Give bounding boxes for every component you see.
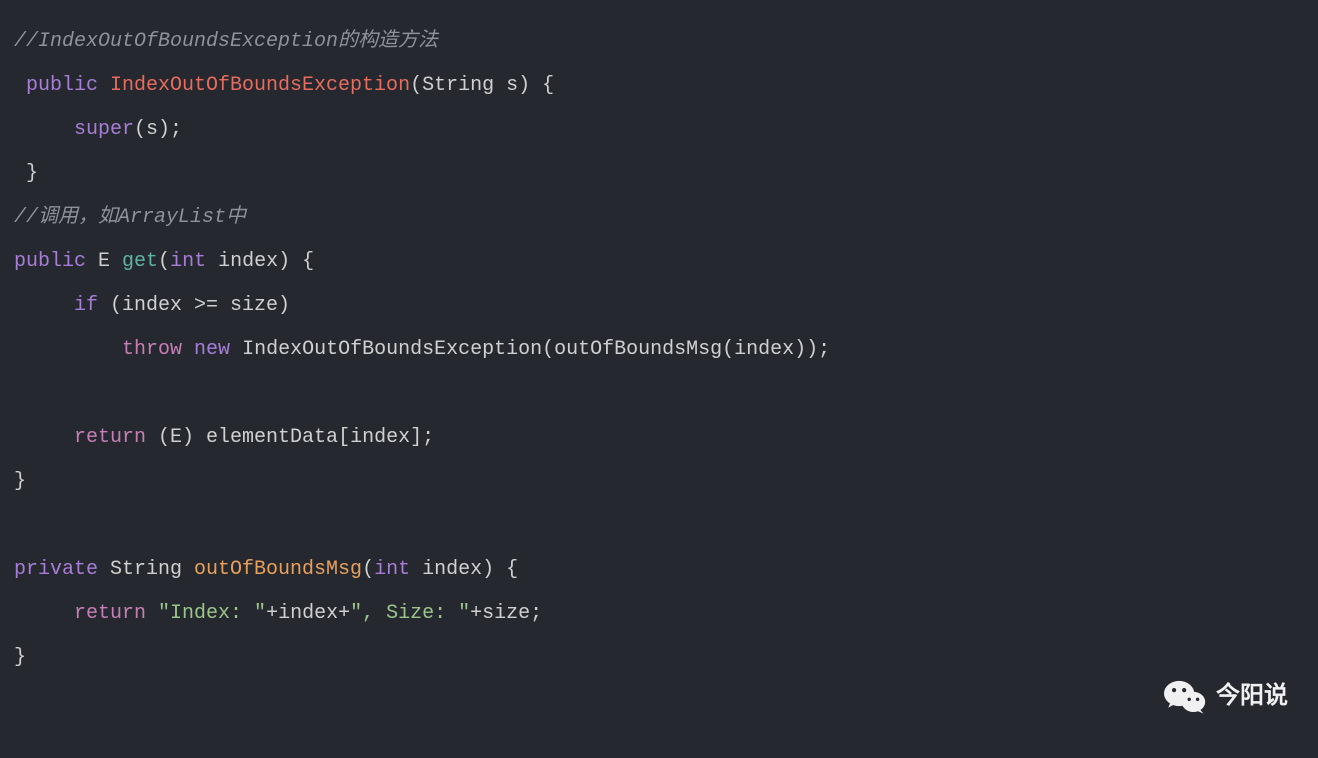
return-expr: (E) elementData[index]; xyxy=(146,426,434,449)
paren: ( xyxy=(410,74,422,97)
code-line-9 xyxy=(14,372,1304,416)
keyword-int: int xyxy=(374,558,410,581)
wechat-icon xyxy=(1164,678,1206,714)
type-generic: E xyxy=(98,250,122,273)
keyword-public: public xyxy=(14,250,98,273)
brace: } xyxy=(14,646,26,669)
paren: ( xyxy=(158,250,170,273)
keyword-new: new xyxy=(194,338,242,361)
keyword-public: public xyxy=(14,74,110,97)
keyword-return: return xyxy=(74,426,146,449)
paren: ) xyxy=(278,250,290,273)
keyword-private: private xyxy=(14,558,110,581)
code-line-12 xyxy=(14,504,1304,548)
param: s xyxy=(494,74,518,97)
param: index xyxy=(206,250,278,273)
method-name: outOfBoundsMsg xyxy=(194,558,362,581)
brace: { xyxy=(530,74,554,97)
code-line-3: super(s); xyxy=(14,108,1304,152)
code-line-6: public E get(int index) { xyxy=(14,240,1304,284)
exception-call: IndexOutOfBoundsException(outOfBoundsMsg… xyxy=(242,338,830,361)
paren: ) xyxy=(518,74,530,97)
code-line-4: } xyxy=(14,152,1304,196)
method-name: get xyxy=(122,250,158,273)
code-line-8: throw new IndexOutOfBoundsException(outO… xyxy=(14,328,1304,372)
keyword-return: return xyxy=(74,602,158,625)
indent xyxy=(14,426,74,449)
concat: +size; xyxy=(470,602,542,625)
indent xyxy=(14,602,74,625)
code-line-11: } xyxy=(14,460,1304,504)
keyword-throw: throw xyxy=(122,338,194,361)
paren: ( xyxy=(362,558,374,581)
class-name: IndexOutOfBoundsException xyxy=(110,74,410,97)
indent xyxy=(14,118,74,141)
concat: +index+ xyxy=(266,602,350,625)
comment-2: //调用，如ArrayList中 xyxy=(14,206,246,229)
code-line-1: //IndexOutOfBoundsException的构造方法 xyxy=(14,20,1304,64)
code-line-7: if (index >= size) xyxy=(14,284,1304,328)
code-line-10: return (E) elementData[index]; xyxy=(14,416,1304,460)
code-line-5: //调用，如ArrayList中 xyxy=(14,196,1304,240)
keyword-super: super xyxy=(74,118,134,141)
comment-1: //IndexOutOfBoundsException的构造方法 xyxy=(14,30,438,53)
brace: } xyxy=(14,162,38,185)
string-literal: "Index: " xyxy=(158,602,266,625)
brace: { xyxy=(290,250,314,273)
string-literal: ", Size: " xyxy=(350,602,470,625)
brace: { xyxy=(494,558,518,581)
type-string: String xyxy=(110,558,194,581)
indent xyxy=(14,294,74,317)
type-string: String xyxy=(422,74,494,97)
watermark-text: 今阳说 xyxy=(1216,674,1288,718)
watermark: 今阳说 xyxy=(1164,674,1288,718)
call: (s); xyxy=(134,118,182,141)
keyword-if: if xyxy=(74,294,98,317)
condition: (index >= size) xyxy=(98,294,290,317)
keyword-int: int xyxy=(170,250,206,273)
code-line-14: return "Index: "+index+", Size: "+size; xyxy=(14,592,1304,636)
code-line-13: private String outOfBoundsMsg(int index)… xyxy=(14,548,1304,592)
param: index xyxy=(410,558,482,581)
paren: ) xyxy=(482,558,494,581)
indent xyxy=(14,338,122,361)
code-block: //IndexOutOfBoundsException的构造方法 public … xyxy=(14,20,1304,680)
code-line-2: public IndexOutOfBoundsException(String … xyxy=(14,64,1304,108)
brace: } xyxy=(14,470,26,493)
code-line-15: } xyxy=(14,636,1304,680)
